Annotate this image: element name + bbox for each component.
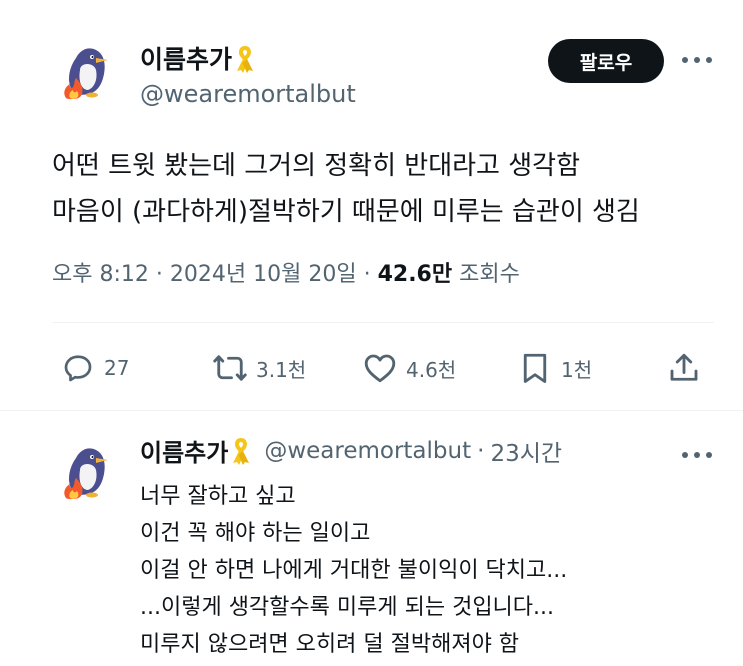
more-options-icon[interactable] [680, 450, 714, 460]
avatar[interactable] [58, 40, 116, 100]
reply-button[interactable]: 27 [60, 348, 129, 388]
retweet-count: 3.1천 [256, 357, 307, 382]
heart-icon [364, 354, 396, 383]
tweet-time[interactable]: 오후 8:12 [52, 262, 149, 287]
tweet-time[interactable]: 23시간 [490, 434, 562, 468]
tweet-date[interactable]: 2024년 10월 20일 [170, 262, 357, 287]
bookmark-button[interactable]: 1천 [517, 348, 592, 388]
author-display-name[interactable]: 이름추가 [140, 45, 232, 74]
reply-line: ...이렇게 생각할수록 미루게 되는 것입니다... [140, 595, 555, 620]
view-label: 조회수 [459, 262, 520, 287]
meta-separator: · [477, 437, 485, 464]
reply-header: 이름추가 @wearemortalbut · 23시간 [140, 433, 562, 468]
penguin-fire-avatar-icon [58, 440, 116, 500]
author-handle[interactable]: @wearemortalbut [264, 438, 471, 464]
reply-line: 이건 꼭 해야 하는 일이고 [140, 521, 371, 546]
tweet-body: 어떤 트윗 봤는데 그거의 정확히 반대라고 생각함 마음이 (과다하게)절박하… [52, 143, 640, 235]
follow-button[interactable]: 팔로우 [548, 39, 664, 83]
bookmark-count: 1천 [561, 357, 593, 382]
author-handle[interactable]: @wearemortalbut [140, 80, 356, 108]
share-icon [670, 353, 698, 381]
main-tweet: 이름추가 @wearemortalbut 팔로우 어떤 트윗 봤는데 그거의 정… [0, 0, 743, 411]
meta-separator: · [363, 262, 371, 287]
bookmark-icon [523, 353, 547, 383]
reply-line: 너무 잘하고 싶고 [140, 484, 296, 509]
author-name[interactable]: 이름추가 [140, 40, 256, 76]
like-count: 4.6천 [406, 357, 457, 382]
divider [0, 410, 743, 411]
reply-body: 너무 잘하고 싶고 이건 꼭 해야 하는 일이고 이걸 안 하면 나에게 거대한… [140, 478, 567, 663]
author-display-name[interactable]: 이름추가 [140, 433, 228, 468]
reply-line: 미루지 않으려면 오히려 덜 절박해져야 함 [140, 632, 520, 657]
reply-line: 이걸 안 하면 나에게 거대한 불이익이 닥치고... [140, 558, 568, 583]
retweet-icon [213, 355, 247, 381]
avatar[interactable] [58, 440, 116, 500]
meta-separator: · [155, 262, 163, 287]
penguin-fire-avatar-icon [58, 40, 116, 100]
tweet-line: 어떤 트윗 봤는데 그거의 정확히 반대라고 생각함 [52, 151, 580, 181]
tweet-line: 마음이 (과다하게)절박하기 때문에 미루는 습관이 생김 [52, 197, 640, 227]
divider [52, 322, 714, 323]
reply-count: 27 [104, 356, 130, 380]
yellow-ribbon-icon [230, 436, 252, 466]
view-count: 42.6만 [377, 262, 453, 287]
like-button[interactable]: 4.6천 [362, 348, 456, 388]
more-options-icon[interactable] [680, 55, 714, 65]
share-button[interactable] [666, 348, 702, 388]
reply-icon [64, 355, 92, 382]
tweet-meta: 오후 8:12 · 2024년 10월 20일 · 42.6만 조회수 [52, 256, 520, 288]
yellow-ribbon-icon [234, 44, 256, 74]
retweet-button[interactable]: 3.1천 [212, 348, 306, 388]
